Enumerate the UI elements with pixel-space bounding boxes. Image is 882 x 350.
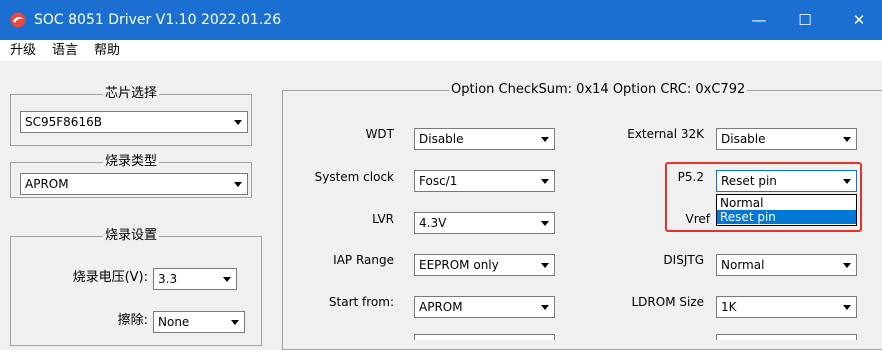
disjtg-label: DISJTG xyxy=(663,253,704,267)
iap-range-value: EEPROM only xyxy=(419,258,499,272)
voltage-value: 3.3 xyxy=(158,272,178,286)
start-from-combo[interactable]: APROM xyxy=(414,296,555,318)
burn-type-value: APROM xyxy=(25,177,69,191)
voltage-combo[interactable]: 3.3 xyxy=(153,268,237,290)
chevron-down-icon[interactable] xyxy=(838,255,856,275)
partial-combo[interactable] xyxy=(414,334,555,340)
wdt-label: WDT xyxy=(365,127,394,141)
close-icon[interactable]: ✕ xyxy=(836,0,882,40)
ldrom-size-value: 1K xyxy=(721,300,737,314)
system-clock-combo[interactable]: Fosc/1 xyxy=(414,170,555,192)
burn-type-legend: 烧录类型 xyxy=(103,154,160,170)
chip-select-value: SC95F8616B xyxy=(25,115,102,129)
lvr-combo[interactable]: 4.3V xyxy=(414,212,555,234)
burn-type-combo[interactable]: APROM xyxy=(20,173,248,195)
external-32k-label: External 32K xyxy=(627,127,704,141)
ldrom-size-combo[interactable]: 1K xyxy=(716,296,857,318)
menu-upgrade[interactable]: 升级 xyxy=(10,42,36,59)
chip-select-legend: 芯片选择 xyxy=(103,86,160,102)
chevron-down-icon[interactable] xyxy=(536,297,554,317)
title-bar: SOC 8051 Driver V1.10 2022.01.26 — ☐ ✕ xyxy=(0,0,882,40)
minimize-icon[interactable]: — xyxy=(736,0,782,40)
chevron-down-icon[interactable] xyxy=(218,269,236,289)
menu-bar: 升级 语言 帮助 xyxy=(0,40,882,61)
chevron-down-icon[interactable] xyxy=(536,255,554,275)
wdt-combo[interactable]: Disable xyxy=(414,128,555,150)
iap-range-combo[interactable]: EEPROM only xyxy=(414,254,555,276)
disjtg-value: Normal xyxy=(721,258,765,272)
erase-label: 擦除: xyxy=(117,313,148,328)
window-title: SOC 8051 Driver V1.10 2022.01.26 xyxy=(34,12,282,28)
lvr-label: LVR xyxy=(372,212,394,226)
erase-value: None xyxy=(158,315,190,329)
chevron-down-icon[interactable] xyxy=(536,129,554,149)
menu-help[interactable]: 帮助 xyxy=(94,42,120,59)
erase-combo[interactable]: None xyxy=(153,311,245,333)
iap-range-label: IAP Range xyxy=(333,253,394,267)
start-from-label: Start from: xyxy=(328,295,394,309)
external-32k-value: Disable xyxy=(721,132,766,146)
partial-combo[interactable] xyxy=(716,334,857,340)
start-from-value: APROM xyxy=(419,300,463,314)
ldrom-size-label: LDROM Size xyxy=(631,295,704,309)
chip-select-combo[interactable]: SC95F8616B xyxy=(20,111,248,133)
wdt-value: Disable xyxy=(419,132,464,146)
chevron-down-icon[interactable] xyxy=(536,213,554,233)
voltage-label: 烧录电压(V): xyxy=(72,270,148,285)
chevron-down-icon[interactable] xyxy=(229,174,247,194)
lvr-value: 4.3V xyxy=(419,216,447,230)
option-checksum-legend: Option CheckSum: 0x14 Option CRC: 0xC792 xyxy=(449,82,748,98)
chevron-down-icon[interactable] xyxy=(536,171,554,191)
highlight-box xyxy=(665,162,862,232)
chevron-down-icon[interactable] xyxy=(229,112,247,132)
external-32k-combo[interactable]: Disable xyxy=(716,128,857,150)
menu-language[interactable]: 语言 xyxy=(52,42,78,59)
app-logo-icon xyxy=(10,12,26,28)
system-clock-value: Fosc/1 xyxy=(419,174,458,188)
disjtg-combo[interactable]: Normal xyxy=(716,254,857,276)
burn-settings-legend: 烧录设置 xyxy=(103,228,160,244)
maximize-icon[interactable]: ☐ xyxy=(782,0,828,40)
chevron-down-icon[interactable] xyxy=(838,129,856,149)
chevron-down-icon[interactable] xyxy=(226,312,244,332)
chevron-down-icon[interactable] xyxy=(838,297,856,317)
system-clock-label: System clock xyxy=(314,170,394,184)
